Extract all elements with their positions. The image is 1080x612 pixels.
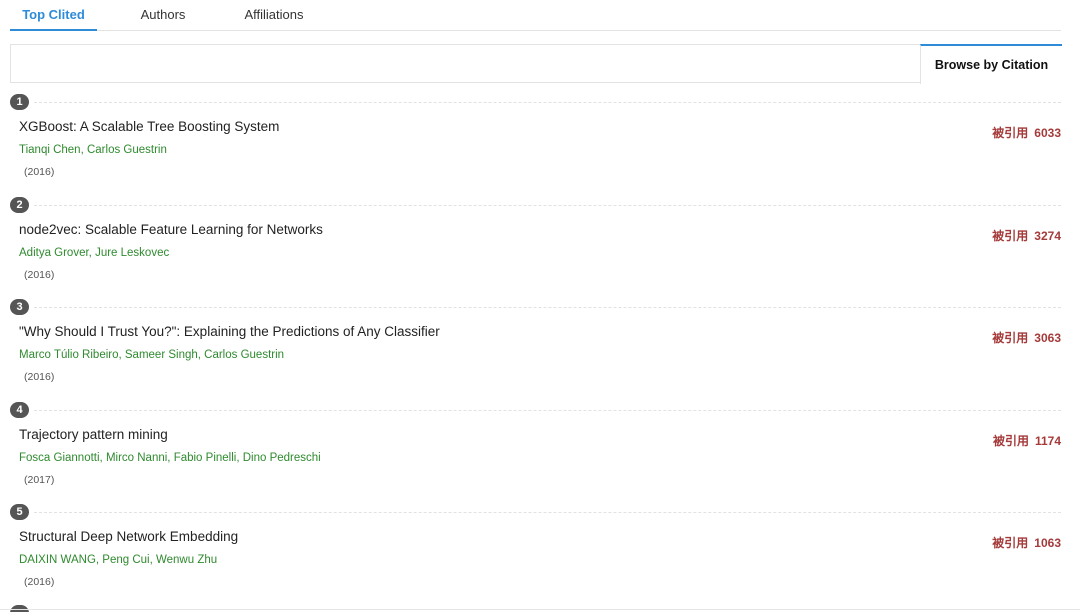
- citation-count: 被引用 1174: [993, 432, 1061, 449]
- paper-list: 1 XGBoost: A Scalable Tree Boosting Syste…: [10, 94, 1061, 607]
- dashed-divider: [34, 307, 1061, 308]
- citation-label: 被引用: [992, 331, 1029, 345]
- citation-label: 被引用: [992, 536, 1029, 550]
- divider: [0, 609, 1080, 610]
- dashed-divider: [34, 204, 1061, 206]
- tab-authors[interactable]: Authors: [128, 0, 198, 29]
- paper-title[interactable]: Structural Deep Network Embedding: [19, 529, 238, 544]
- citation-count: 被引用 6033: [992, 124, 1061, 141]
- rank-row: 2: [10, 196, 1061, 213]
- author-link[interactable]: Fosca Giannotti: [19, 452, 100, 464]
- paper-title[interactable]: node2vec: Scalable Feature Learning for …: [19, 222, 323, 237]
- page: Top Clited Authors Affiliations Browse b…: [0, 0, 1080, 612]
- author-link[interactable]: Aditya Grover: [19, 247, 89, 259]
- tab-bar: Top Clited Authors Affiliations: [10, 0, 1061, 31]
- author-link[interactable]: Dino Pedreschi: [243, 452, 321, 464]
- filter-input[interactable]: [10, 44, 920, 83]
- author-link[interactable]: Peng Cui: [102, 554, 149, 566]
- paper-item: 1 XGBoost: A Scalable Tree Boosting Syste…: [10, 94, 1061, 197]
- paper-year: (2016): [24, 576, 55, 588]
- citation-value: 1063: [1034, 536, 1061, 550]
- citation-count: 被引用 1063: [992, 534, 1061, 551]
- author-list: DAIXIN WANG, Peng Cui, Wenwu Zhu: [19, 554, 217, 566]
- citation-label: 被引用: [992, 126, 1029, 140]
- rank-badge: 3: [10, 299, 29, 315]
- paper-title[interactable]: Trajectory pattern mining: [19, 427, 168, 442]
- author-link[interactable]: Carlos Guestrin: [87, 144, 167, 156]
- citation-label: 被引用: [992, 433, 1029, 448]
- rank-badge: 4: [10, 401, 29, 418]
- tab-top-cited[interactable]: Top Clited: [10, 0, 97, 31]
- rank-badge: 2: [10, 196, 29, 213]
- citation-value: 1174: [1034, 433, 1061, 448]
- paper-year: (2017): [24, 473, 55, 486]
- author-list: Tianqi Chen, Carlos Guestrin: [19, 144, 167, 156]
- author-list: Marco Túlio Ribeiro, Sameer Singh, Carlo…: [19, 349, 284, 361]
- rank-badge: 5: [10, 504, 29, 520]
- citation-value: 3274: [1034, 228, 1061, 243]
- author-link[interactable]: Jure Leskovec: [95, 247, 169, 259]
- dashed-divider: [34, 102, 1061, 103]
- rank-row: 5: [10, 504, 1061, 520]
- paper-item: 5 Structural Deep Network Embedding DAIXIN…: [10, 504, 1061, 607]
- author-link[interactable]: Wenwu Zhu: [156, 554, 217, 566]
- paper-year: (2016): [24, 166, 55, 178]
- paper-title[interactable]: "Why Should I Trust You?": Explaining th…: [19, 324, 440, 339]
- citation-count: 被引用 3063: [992, 329, 1061, 346]
- author-link[interactable]: Fabio Pinelli: [174, 452, 237, 464]
- tab-affiliations[interactable]: Affiliations: [232, 0, 316, 29]
- citation-label: 被引用: [992, 228, 1029, 243]
- paper-year: (2016): [24, 268, 55, 281]
- paper-title[interactable]: XGBoost: A Scalable Tree Boosting System: [19, 119, 279, 134]
- rank-row: 4: [10, 401, 1061, 418]
- rank-row: 3: [10, 299, 1061, 315]
- citation-value: 3063: [1034, 331, 1061, 345]
- author-link[interactable]: Marco Túlio Ribeiro: [19, 349, 119, 361]
- author-link[interactable]: Mirco Nanni: [106, 452, 167, 464]
- author-link[interactable]: Tianqi Chen: [19, 144, 81, 156]
- paper-item: 4 Trajectory pattern mining Fosca Giannott…: [10, 401, 1061, 505]
- author-list: Fosca Giannotti, Mirco Nanni, Fabio Pine…: [19, 452, 321, 464]
- citation-count: 被引用 3274: [992, 227, 1061, 244]
- author-link[interactable]: Carlos Guestrin: [204, 349, 284, 361]
- dashed-divider: [34, 512, 1061, 513]
- paper-item: 3 "Why Should I Trust You?": Explaining t…: [10, 299, 1061, 402]
- dashed-divider: [34, 409, 1061, 411]
- rank-row: 1: [10, 94, 1061, 110]
- author-link[interactable]: Sameer Singh: [125, 349, 198, 361]
- author-link[interactable]: DAIXIN WANG: [19, 554, 96, 566]
- rank-badge: 1: [10, 94, 29, 110]
- browse-by-citation-button[interactable]: Browse by Citation: [920, 44, 1062, 84]
- paper-year: (2016): [24, 371, 55, 383]
- filter-bar: Browse by Citation: [10, 44, 1062, 84]
- paper-item: 2 node2vec: Scalable Feature Learning for…: [10, 196, 1061, 300]
- author-list: Aditya Grover, Jure Leskovec: [19, 247, 169, 259]
- citation-value: 6033: [1034, 126, 1061, 140]
